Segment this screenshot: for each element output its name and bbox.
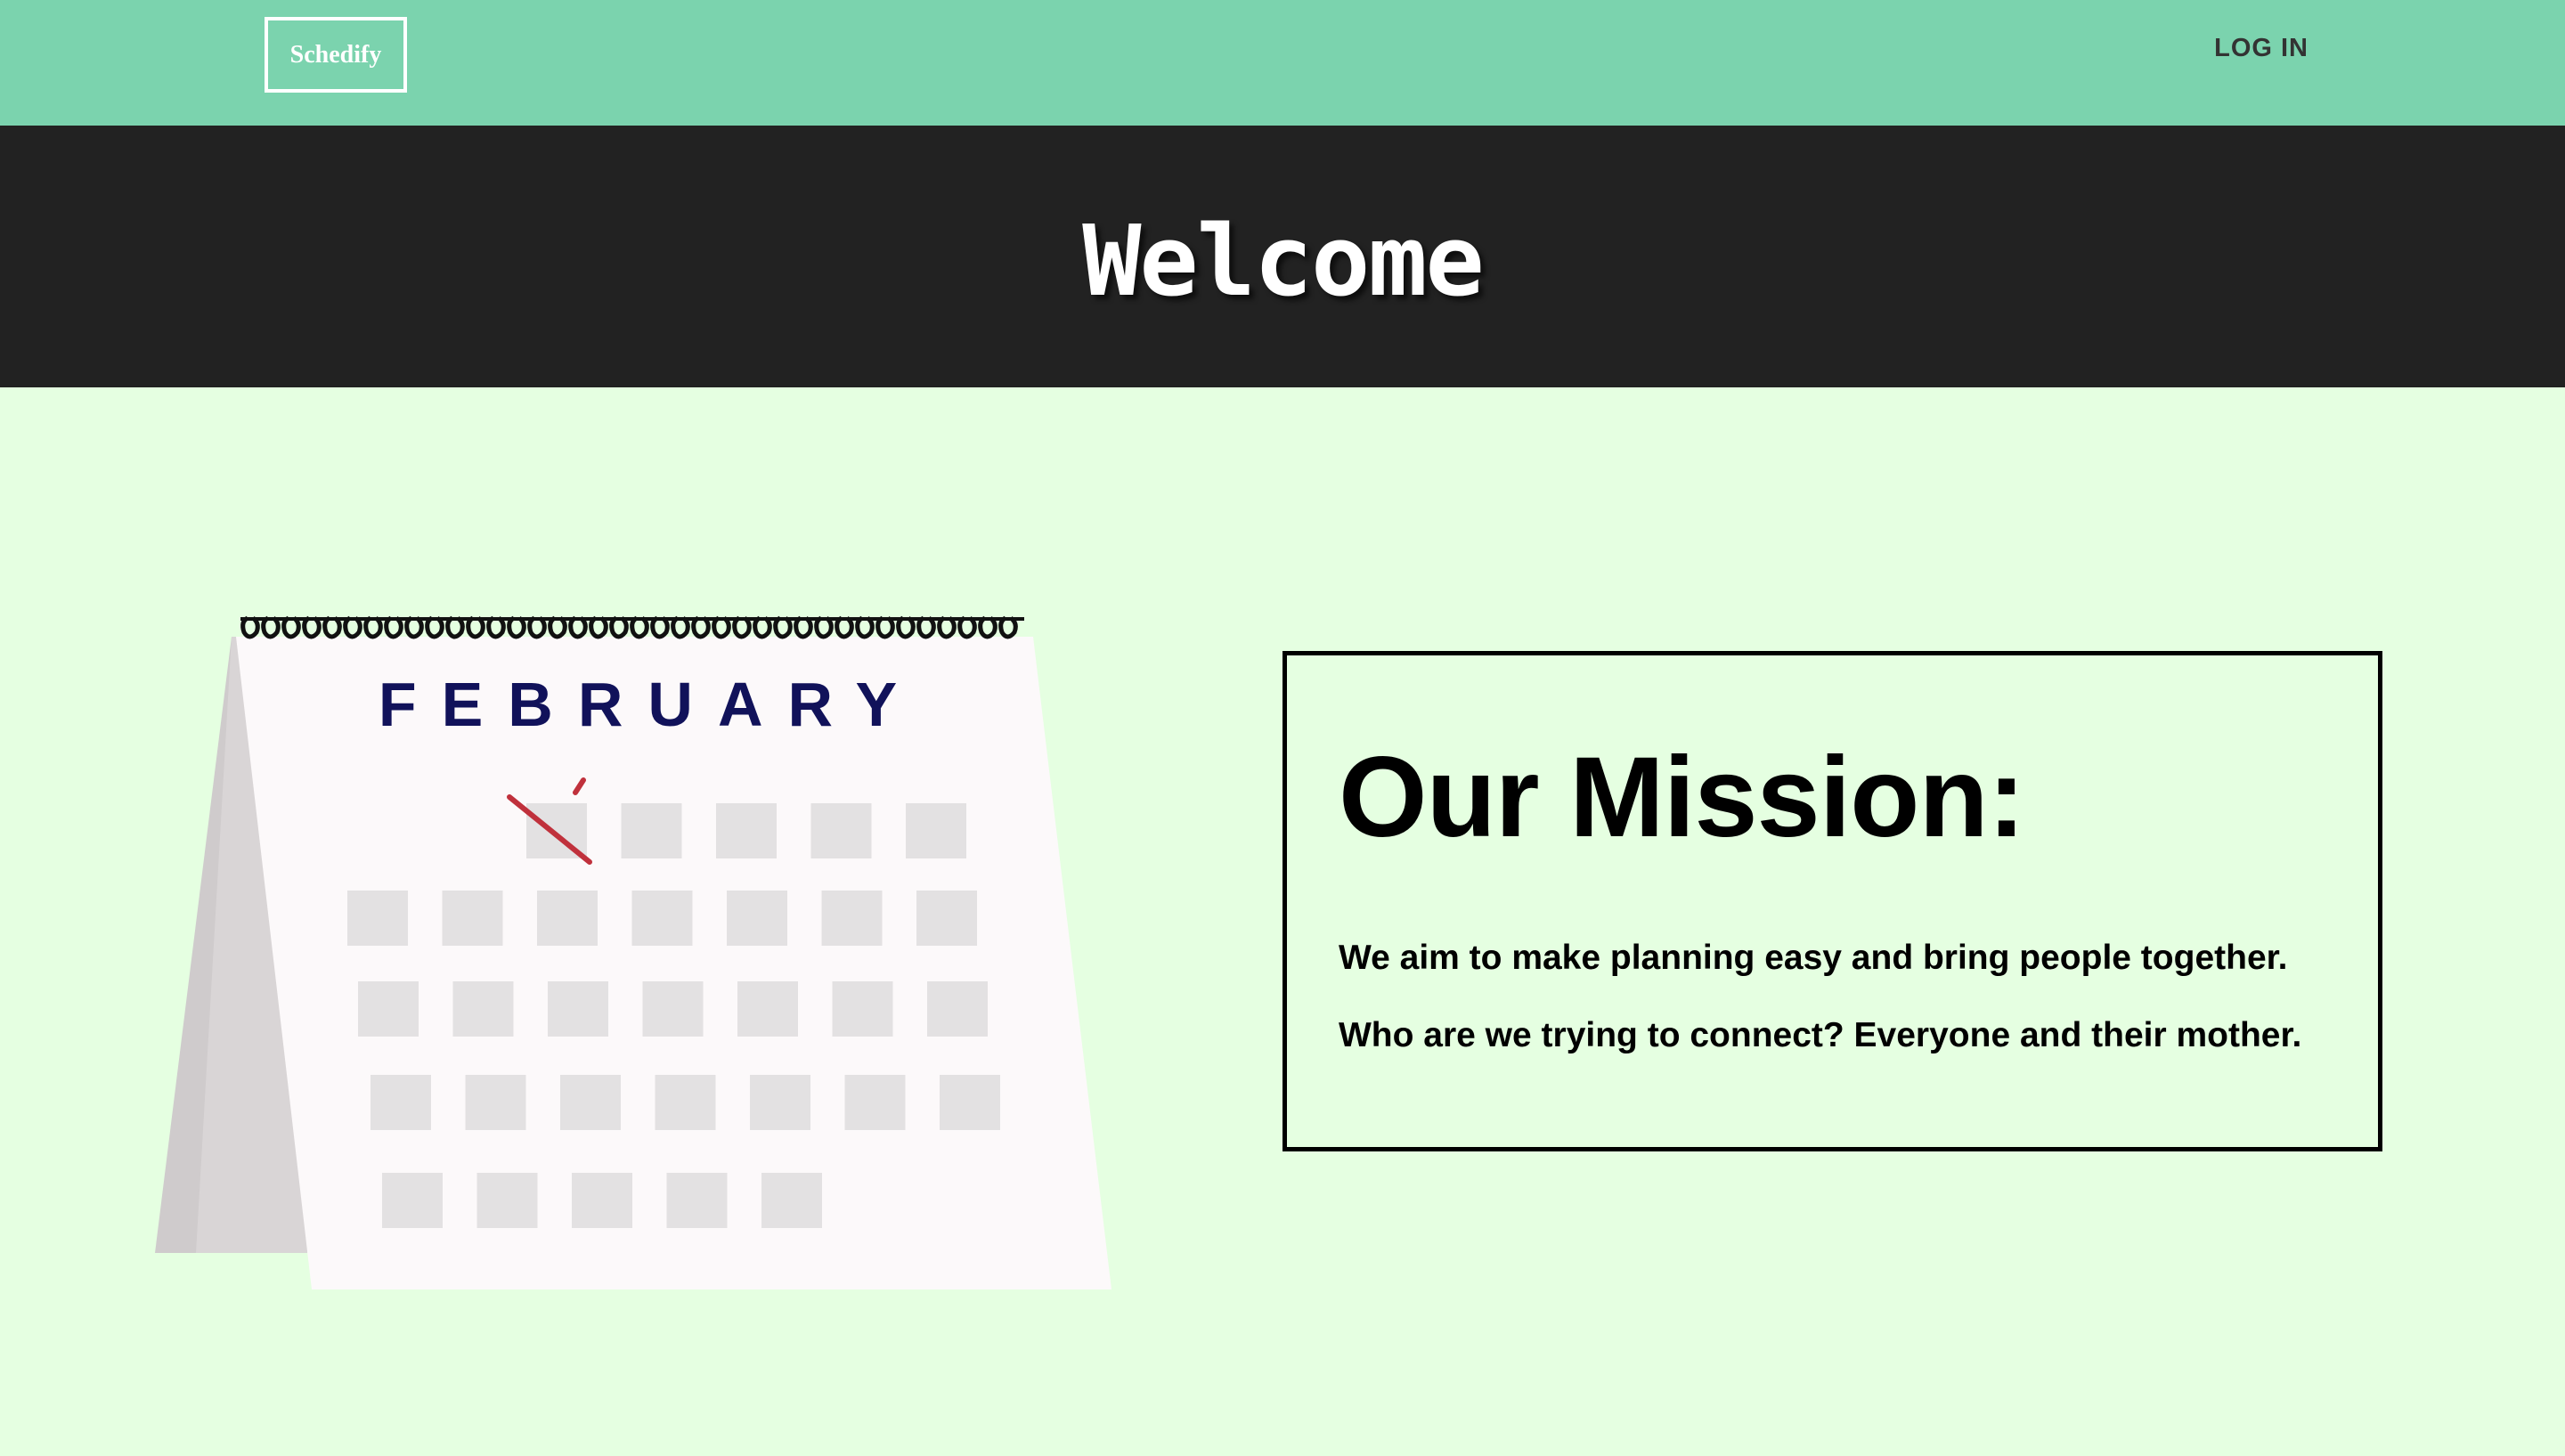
calendar-day-cell — [666, 1173, 728, 1228]
brand-logo-link[interactable]: Schedify — [265, 17, 407, 93]
spiral-ring — [589, 615, 608, 639]
calendar-day-cell — [382, 1173, 443, 1228]
spiral-ring — [773, 615, 793, 639]
calendar-day-cell — [727, 891, 787, 946]
calendar-day-cell — [358, 981, 419, 1037]
calendar-day-cell — [548, 981, 608, 1037]
spiral-ring — [712, 615, 731, 639]
calendar-day-cell — [560, 1075, 621, 1130]
spiral-ring — [302, 615, 322, 639]
calendar-day-cell — [906, 803, 966, 858]
spiral-ring — [486, 615, 506, 639]
calendar-day-cell — [452, 981, 514, 1037]
spiral-ring — [261, 615, 281, 639]
calendar-day-cell — [476, 1173, 538, 1228]
spiral-ring — [896, 615, 916, 639]
spiral-ring — [404, 615, 424, 639]
calendar-day-cell — [716, 803, 777, 858]
spiral-ring — [916, 615, 936, 639]
spiral-ring — [240, 615, 260, 639]
spiral-ring — [425, 615, 444, 639]
spiral-ring — [691, 615, 711, 639]
calendar-day-cell — [347, 891, 408, 946]
calendar-illustration: FEBRUARY — [155, 615, 1112, 1289]
spiral-ring — [875, 615, 895, 639]
calendar-day-cell — [370, 1075, 431, 1130]
calendar-day-cell — [750, 1075, 810, 1130]
calendar-day-cell — [927, 981, 988, 1037]
spiral-ring — [957, 615, 977, 639]
calendar-day-cell — [655, 1075, 716, 1130]
spiral-ring — [732, 615, 752, 639]
calendar-day-cell — [642, 981, 704, 1037]
calendar-day-cell — [916, 891, 977, 946]
spiral-ring — [814, 615, 834, 639]
spiral-ring — [978, 615, 998, 639]
mission-box: Our Mission: We aim to make planning eas… — [1282, 651, 2382, 1151]
calendar-day-cell — [537, 891, 598, 946]
spiral-ring — [609, 615, 629, 639]
spiral-ring — [445, 615, 465, 639]
calendar-day-cell — [621, 803, 682, 858]
spiral-ring — [384, 615, 403, 639]
hero-banner: Welcome — [0, 126, 2565, 387]
calendar-day-cell — [810, 803, 872, 858]
calendar-day-cell — [832, 981, 893, 1037]
calendar-day-cell — [821, 891, 883, 946]
mission-heading: Our Mission: — [1339, 734, 2025, 861]
spiral-ring — [937, 615, 957, 639]
spiral-ring — [363, 615, 383, 639]
calendar-day-cell — [737, 981, 798, 1037]
spiral-ring — [568, 615, 588, 639]
spiral-ring — [343, 615, 362, 639]
mission-line-1: We aim to make planning easy and bring p… — [1339, 939, 2288, 977]
calendar-day-cell — [940, 1075, 1000, 1130]
spiral-ring — [794, 615, 813, 639]
spiral-ring — [855, 615, 875, 639]
mission-line-2: Who are we trying to connect? Everyone a… — [1339, 1016, 2302, 1054]
page-title: Welcome — [1082, 204, 1485, 318]
spiral-ring — [671, 615, 690, 639]
spiral-ring — [630, 615, 649, 639]
spiral-ring — [835, 615, 854, 639]
spiral-ring — [548, 615, 567, 639]
spiral-ring — [322, 615, 342, 639]
calendar-day-cell — [761, 1173, 822, 1228]
spiral-ring — [527, 615, 547, 639]
navbar: Schedify LOG IN — [0, 0, 2565, 126]
calendar-day-cell — [442, 891, 503, 946]
spiral-ring — [507, 615, 526, 639]
calendar-month-label: FEBRUARY — [379, 670, 922, 739]
spiral-ring — [281, 615, 301, 639]
calendar-day-cell — [844, 1075, 906, 1130]
login-link[interactable]: LOG IN — [2214, 34, 2308, 63]
spiral-ring — [753, 615, 772, 639]
calendar-day-cell — [465, 1075, 526, 1130]
spiral-ring — [466, 615, 485, 639]
spiral-ring — [650, 615, 670, 639]
calendar-day-cell — [572, 1173, 632, 1228]
calendar-day-cell — [631, 891, 693, 946]
calendar-spiral-rings — [240, 615, 1018, 639]
spiral-ring — [998, 615, 1018, 639]
